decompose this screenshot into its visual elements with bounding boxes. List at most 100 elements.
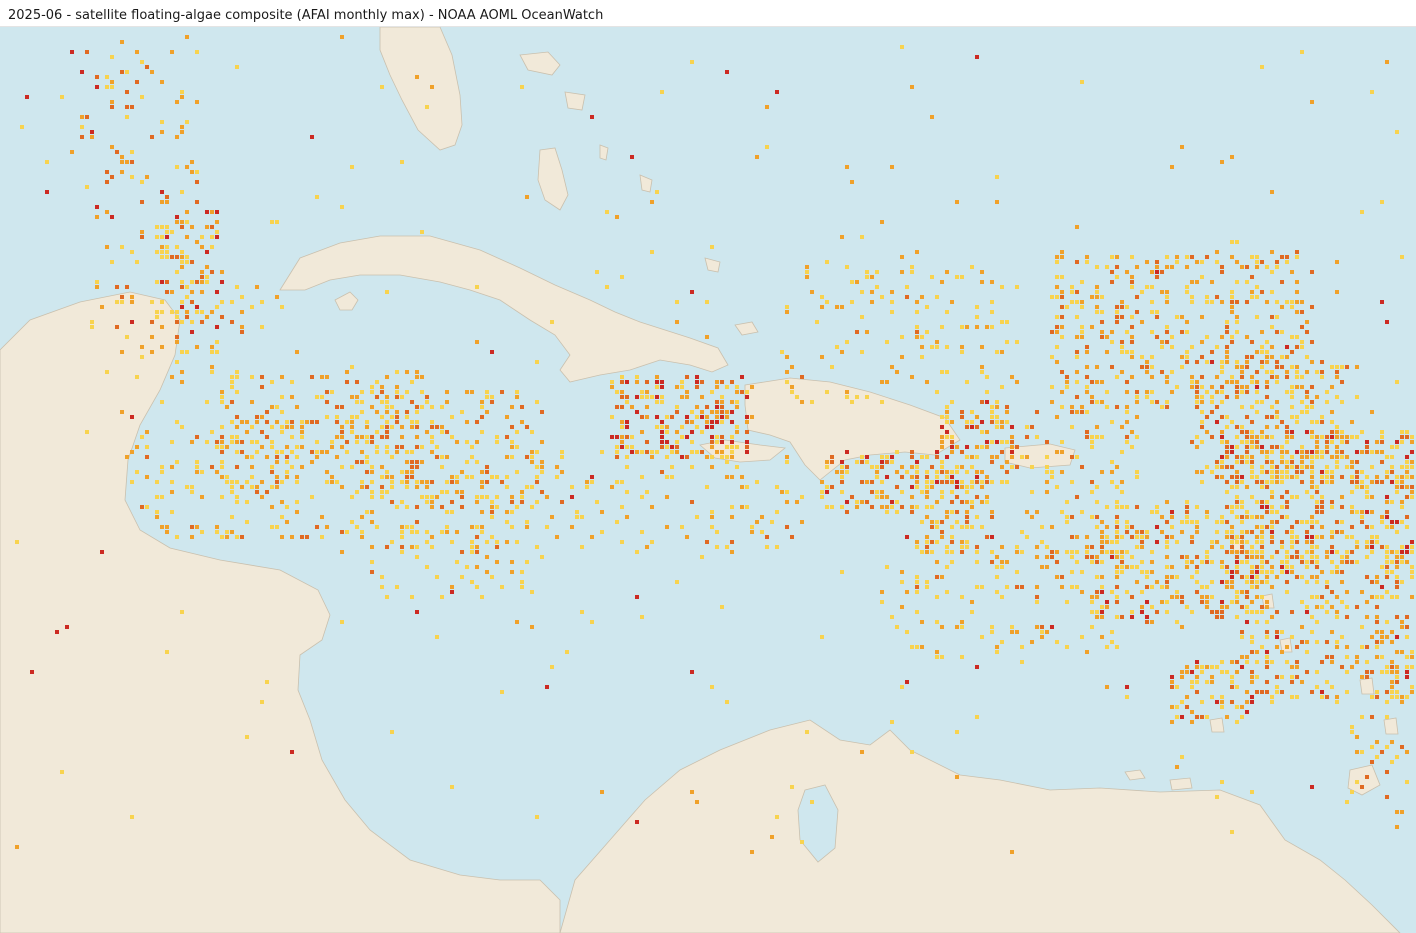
algae-pixel	[1295, 415, 1299, 419]
algae-pixel	[825, 505, 829, 509]
algae-pixel	[1225, 530, 1229, 534]
algae-pixel	[1095, 555, 1099, 559]
algae-pixel	[350, 425, 354, 429]
algae-pixel	[1025, 510, 1029, 514]
algae-pixel	[170, 50, 174, 54]
algae-pixel	[730, 445, 734, 449]
algae-pixel	[1190, 670, 1194, 674]
algae-pixel	[960, 275, 964, 279]
algae-pixel	[995, 420, 999, 424]
algae-pixel	[1050, 555, 1054, 559]
algae-pixel	[395, 585, 399, 589]
algae-pixel	[1195, 400, 1199, 404]
algae-pixel	[955, 485, 959, 489]
algae-pixel	[380, 415, 384, 419]
algae-pixel	[300, 430, 304, 434]
algae-pixel	[260, 325, 264, 329]
map-canvas[interactable]	[0, 27, 1416, 933]
algae-pixel	[1135, 545, 1139, 549]
algae-pixel	[1395, 565, 1399, 569]
algae-pixel	[1375, 630, 1379, 634]
algae-pixel	[960, 450, 964, 454]
algae-pixel	[955, 480, 959, 484]
algae-pixel	[1185, 330, 1189, 334]
algae-pixel	[530, 450, 534, 454]
algae-pixel	[1075, 535, 1079, 539]
algae-pixel	[1140, 540, 1144, 544]
algae-pixel	[185, 295, 189, 299]
algae-pixel	[1195, 565, 1199, 569]
algae-pixel	[1200, 315, 1204, 319]
algae-pixel	[845, 510, 849, 514]
algae-pixel	[1095, 515, 1099, 519]
algae-pixel	[1280, 690, 1284, 694]
algae-pixel	[1130, 340, 1134, 344]
algae-pixel	[385, 490, 389, 494]
algae-pixel	[435, 495, 439, 499]
algae-pixel	[1280, 460, 1284, 464]
algae-pixel	[1210, 470, 1214, 474]
algae-pixel	[730, 475, 734, 479]
algae-pixel	[1215, 665, 1219, 669]
algae-pixel	[1245, 620, 1249, 624]
algae-pixel	[1225, 440, 1229, 444]
algae-pixel	[1225, 585, 1229, 589]
algae-pixel	[1165, 500, 1169, 504]
algae-pixel	[990, 480, 994, 484]
algae-pixel	[1340, 450, 1344, 454]
algae-pixel	[1255, 350, 1259, 354]
algae-pixel	[1280, 475, 1284, 479]
algae-pixel	[265, 420, 269, 424]
algae-pixel	[1390, 670, 1394, 674]
algae-pixel	[700, 415, 704, 419]
algae-pixel	[195, 200, 199, 204]
algae-pixel	[340, 530, 344, 534]
algae-pixel	[1300, 410, 1304, 414]
algae-pixel	[915, 335, 919, 339]
algae-pixel	[130, 250, 134, 254]
algae-pixel	[1345, 455, 1349, 459]
algae-pixel	[1140, 545, 1144, 549]
algae-pixel	[1355, 780, 1359, 784]
algae-pixel	[300, 425, 304, 429]
algae-pixel	[735, 385, 739, 389]
algae-pixel	[1170, 510, 1174, 514]
algae-pixel	[1290, 695, 1294, 699]
algae-pixel	[1410, 490, 1414, 494]
algae-pixel	[345, 450, 349, 454]
algae-pixel	[170, 310, 174, 314]
algae-pixel	[1335, 565, 1339, 569]
algae-pixel	[925, 535, 929, 539]
algae-pixel	[1205, 295, 1209, 299]
algae-pixel	[845, 500, 849, 504]
algae-pixel	[1375, 535, 1379, 539]
algae-pixel	[970, 600, 974, 604]
algae-pixel	[1325, 475, 1329, 479]
algae-pixel	[230, 420, 234, 424]
algae-pixel	[1325, 550, 1329, 554]
algae-pixel	[1290, 565, 1294, 569]
algae-pixel	[235, 450, 239, 454]
algae-pixel	[705, 420, 709, 424]
algae-pixel	[1105, 540, 1109, 544]
algae-pixel	[1305, 540, 1309, 544]
algae-pixel	[1365, 645, 1369, 649]
algae-pixel	[800, 400, 804, 404]
algae-pixel	[955, 495, 959, 499]
algae-pixel	[1315, 510, 1319, 514]
algae-pixel	[1295, 475, 1299, 479]
algae-pixel	[990, 410, 994, 414]
algae-pixel	[1405, 750, 1409, 754]
algae-pixel	[395, 385, 399, 389]
algae-pixel	[1215, 700, 1219, 704]
algae-pixel	[620, 390, 624, 394]
algae-pixel	[910, 450, 914, 454]
algae-pixel	[1385, 715, 1389, 719]
algae-pixel	[1230, 575, 1234, 579]
algae-pixel	[185, 285, 189, 289]
algae-pixel	[1235, 320, 1239, 324]
algae-pixel	[1265, 300, 1269, 304]
algae-pixel	[480, 480, 484, 484]
algae-pixel	[895, 450, 899, 454]
algae-pixel	[460, 575, 464, 579]
